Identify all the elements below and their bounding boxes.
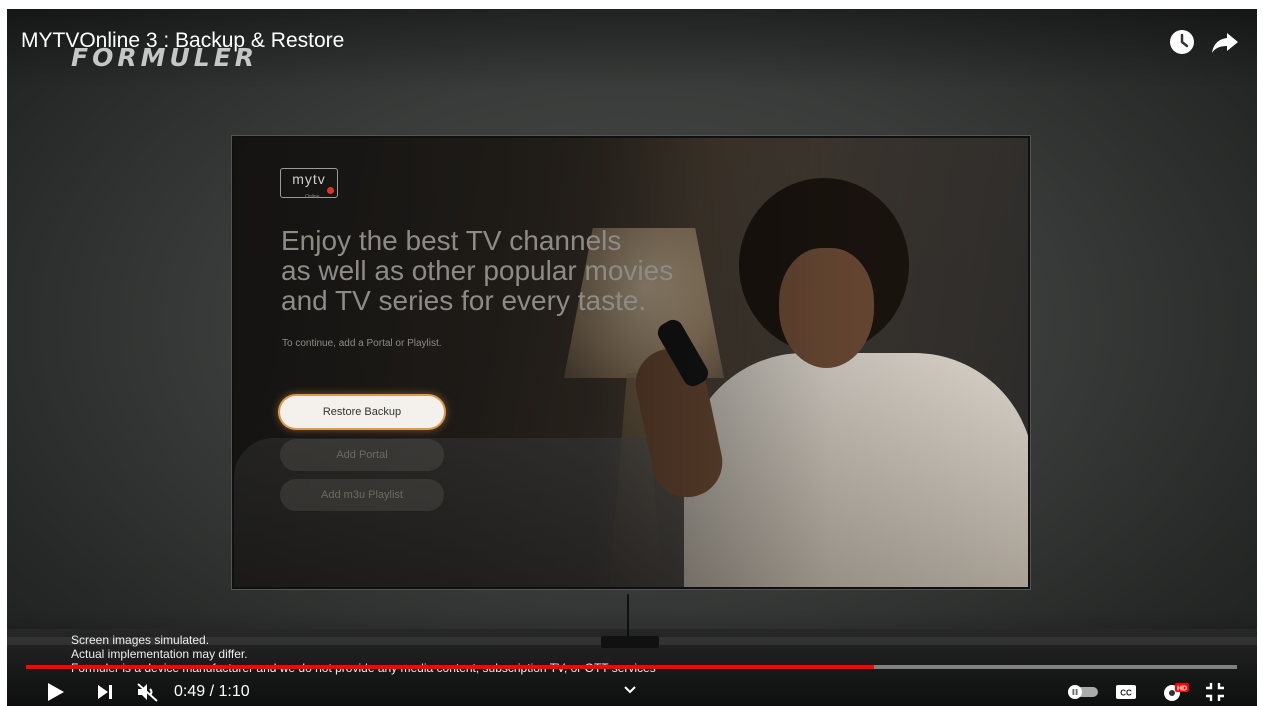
progress-bar-played — [26, 665, 874, 669]
autoplay-toggle[interactable] — [1065, 681, 1101, 703]
exit-fullscreen-button[interactable] — [1204, 681, 1226, 703]
restore-backup-button: Restore Backup — [280, 396, 444, 428]
svg-text:CC: CC — [1120, 689, 1132, 698]
captions-button[interactable]: CC — [1115, 681, 1137, 703]
headline-line-3: and TV series for every taste. — [281, 285, 647, 316]
autoplay-toggle-icon — [1068, 685, 1098, 699]
screen-dim-overlay — [234, 138, 1028, 587]
share-icon[interactable] — [1210, 27, 1240, 57]
mytv-logo-badge — [327, 187, 334, 194]
mytv-logo-sub: Online — [305, 194, 320, 200]
continue-instruction: To continue, add a Portal or Playlist. — [282, 338, 442, 349]
disclaimer-line-1: Screen images simulated. — [71, 633, 210, 647]
disclaimer-line-2: Actual implementation may differ. — [71, 647, 248, 661]
mute-button[interactable] — [135, 681, 161, 703]
progress-bar[interactable] — [26, 665, 1237, 669]
mytv-logo-text: mytv — [292, 171, 326, 187]
formuler-logo: FORMULER — [71, 43, 259, 72]
settings-button[interactable]: HD — [1161, 681, 1191, 703]
add-m3u-playlist-button: Add m3u Playlist — [280, 479, 444, 511]
tv-screen: mytv Online Enjoy the best TV channels a… — [234, 138, 1028, 587]
exit-fullscreen-icon — [1206, 683, 1224, 701]
watch-later-icon[interactable] — [1167, 27, 1197, 57]
captions-icon: CC — [1116, 685, 1136, 699]
video-player[interactable]: mytv Online Enjoy the best TV channels a… — [7, 9, 1257, 706]
play-icon — [48, 683, 64, 701]
time-display: 0:49 / 1:10 — [174, 683, 250, 700]
tv-headline: Enjoy the best TV channels as well as ot… — [281, 226, 701, 316]
muted-speaker-icon — [137, 683, 158, 702]
headline-line-2: as well as other popular movies — [281, 255, 674, 286]
chevron-down-icon[interactable] — [620, 679, 640, 701]
svg-text:HD: HD — [1177, 686, 1187, 693]
tv-frame: mytv Online Enjoy the best TV channels a… — [231, 135, 1031, 590]
mytv-logo: mytv Online — [280, 168, 338, 200]
settings-hd-icon: HD — [1164, 683, 1189, 701]
next-icon — [98, 685, 112, 699]
play-button[interactable] — [43, 681, 67, 703]
headline-line-1: Enjoy the best TV channels — [281, 225, 622, 256]
next-button[interactable] — [93, 681, 117, 703]
add-portal-button: Add Portal — [280, 439, 444, 471]
